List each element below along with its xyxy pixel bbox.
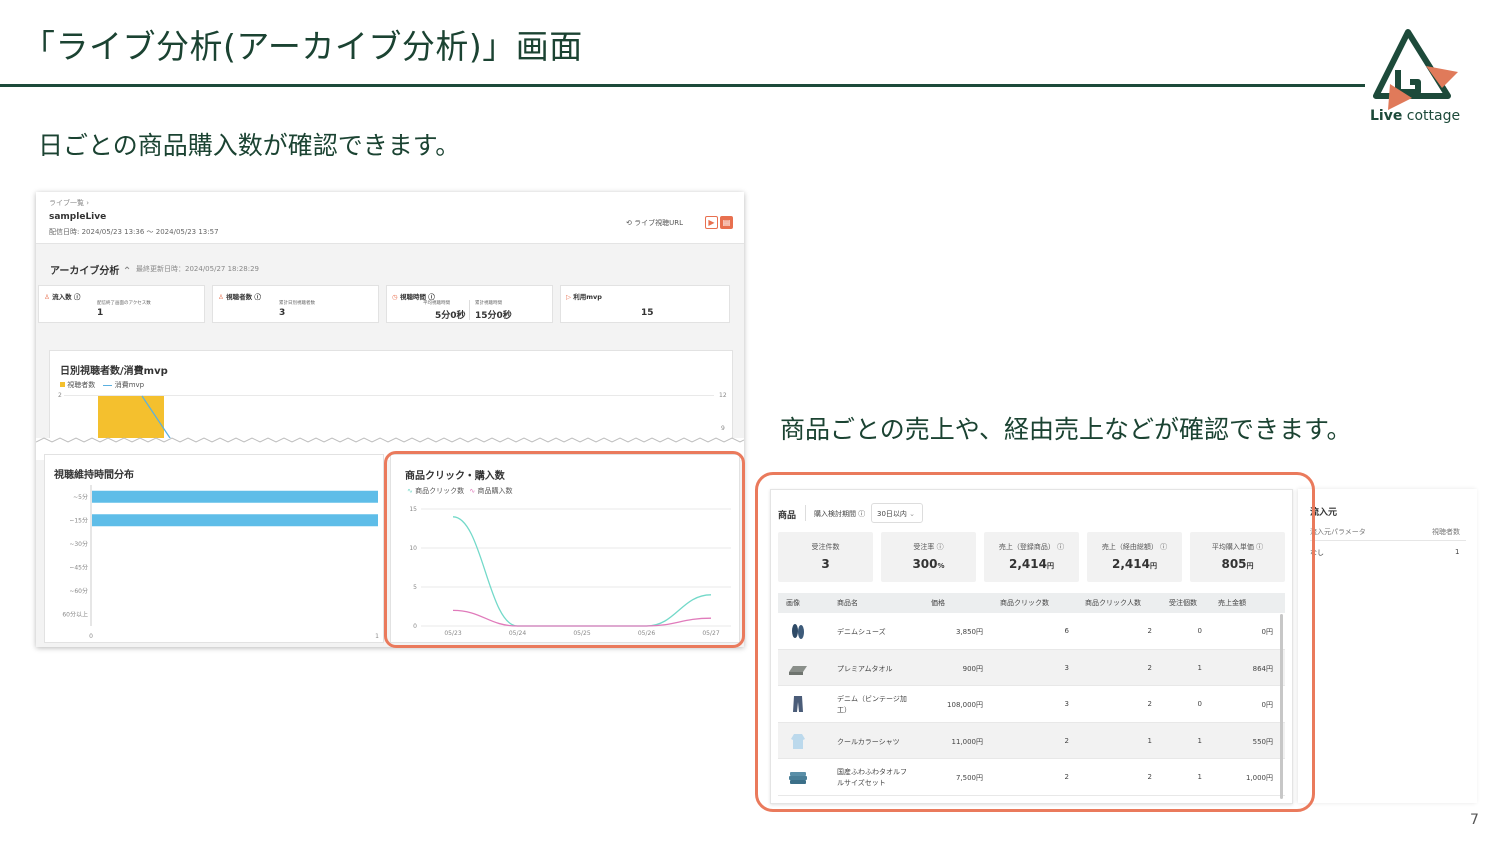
retention-bar: [92, 514, 378, 527]
stat-sub: 累計視聴時間: [475, 301, 502, 306]
source-panel: 流入元 流入元パラメータ 視聴者数 なし 1: [1298, 489, 1477, 803]
stat-card-watch-time: ◷ 視聴時間 ⓘ 平均視聴時間 5分0秒 累計視聴時間 15分0秒: [386, 285, 553, 323]
broadcast-period: 配信日時: 2024/05/23 13:36 〜 2024/05/23 13:5…: [49, 228, 219, 236]
live-header: ライブ一覧 › sampleLive 配信日時: 2024/05/23 13:3…: [36, 192, 744, 244]
stat-value: 15: [641, 308, 654, 318]
logo-text: Live cottage: [1370, 108, 1461, 124]
share-icon: ⟲: [626, 219, 635, 227]
tick-label: 1: [375, 633, 379, 640]
highlight-product-table: [755, 472, 1315, 812]
stat-sub: 配信終了画面のアクセス数: [97, 301, 151, 306]
slide-title: 「ライブ分析(アーカイブ分析)」画面: [22, 27, 583, 66]
stat-value: 3: [279, 308, 286, 318]
stat-label: ♙ 視聴者数 ⓘ: [218, 293, 261, 301]
tick-label: ~60分: [69, 587, 88, 595]
play-icon[interactable]: ▶: [705, 216, 718, 229]
stat-card-mvp: ▷ 利用mvp 15: [560, 285, 730, 323]
caption-daily-purchases: 日ごとの商品購入数が確認できます。: [38, 131, 461, 160]
tick-label: ~15分: [69, 516, 88, 524]
stat-value: 5分0秒: [435, 311, 466, 321]
stat-card-viewers: ♙ 視聴者数 ⓘ 累計日別視聴者数 3: [212, 285, 379, 323]
tick-label: 0: [89, 633, 93, 640]
source-value: 1: [1455, 548, 1460, 556]
divider: [1310, 540, 1466, 541]
page-number: 7: [1470, 812, 1479, 828]
stat-divider: [469, 300, 470, 320]
highlight-click-chart: [384, 451, 745, 648]
stat-card-inflow: ♙ 流入数 ⓘ 配信終了画面のアクセス数 1: [38, 285, 205, 323]
tick-label: ~45分: [69, 563, 88, 571]
retention-chart: ~5分 ~15分 ~30分 ~45分 ~60分 60分以上 0 1: [62, 485, 379, 640]
stat-sub: 平均視聴時間: [423, 301, 450, 306]
chart-icon[interactable]: ▤: [720, 216, 733, 229]
stat-label: ▷ 利用mvp: [566, 293, 602, 301]
view-url-link[interactable]: ⟲ ライブ視聴URL: [626, 218, 683, 228]
tick-label: 60分以上: [62, 610, 88, 618]
live-name: sampleLive: [49, 212, 107, 222]
stat-label: ♙ 流入数 ⓘ: [44, 293, 81, 301]
tick-label: ~5分: [73, 493, 88, 501]
stat-value: 1: [97, 308, 104, 318]
stat-sub: 累計日別視聴者数: [279, 301, 315, 306]
breadcrumb[interactable]: ライブ一覧 ›: [49, 198, 89, 208]
column-header: 流入元パラメータ: [1310, 528, 1366, 536]
section-title: アーカイブ分析 ⌃: [50, 266, 132, 277]
tick-label: ~30分: [69, 540, 88, 548]
retention-panel: 視聴維持時間分布 ~5分 ~15分 ~30分 ~45分 ~60分 60分以上 0 1: [44, 454, 384, 643]
stat-value: 15分0秒: [475, 311, 512, 321]
caption-product-sales: 商品ごとの売上や、経由売上などが確認できます。: [780, 415, 1352, 444]
last-updated: 最終更新日時：2024/05/27 18:28:29: [136, 265, 260, 273]
column-header: 視聴者数: [1432, 528, 1460, 536]
title-divider: [0, 84, 1365, 87]
retention-bar: [92, 490, 378, 503]
